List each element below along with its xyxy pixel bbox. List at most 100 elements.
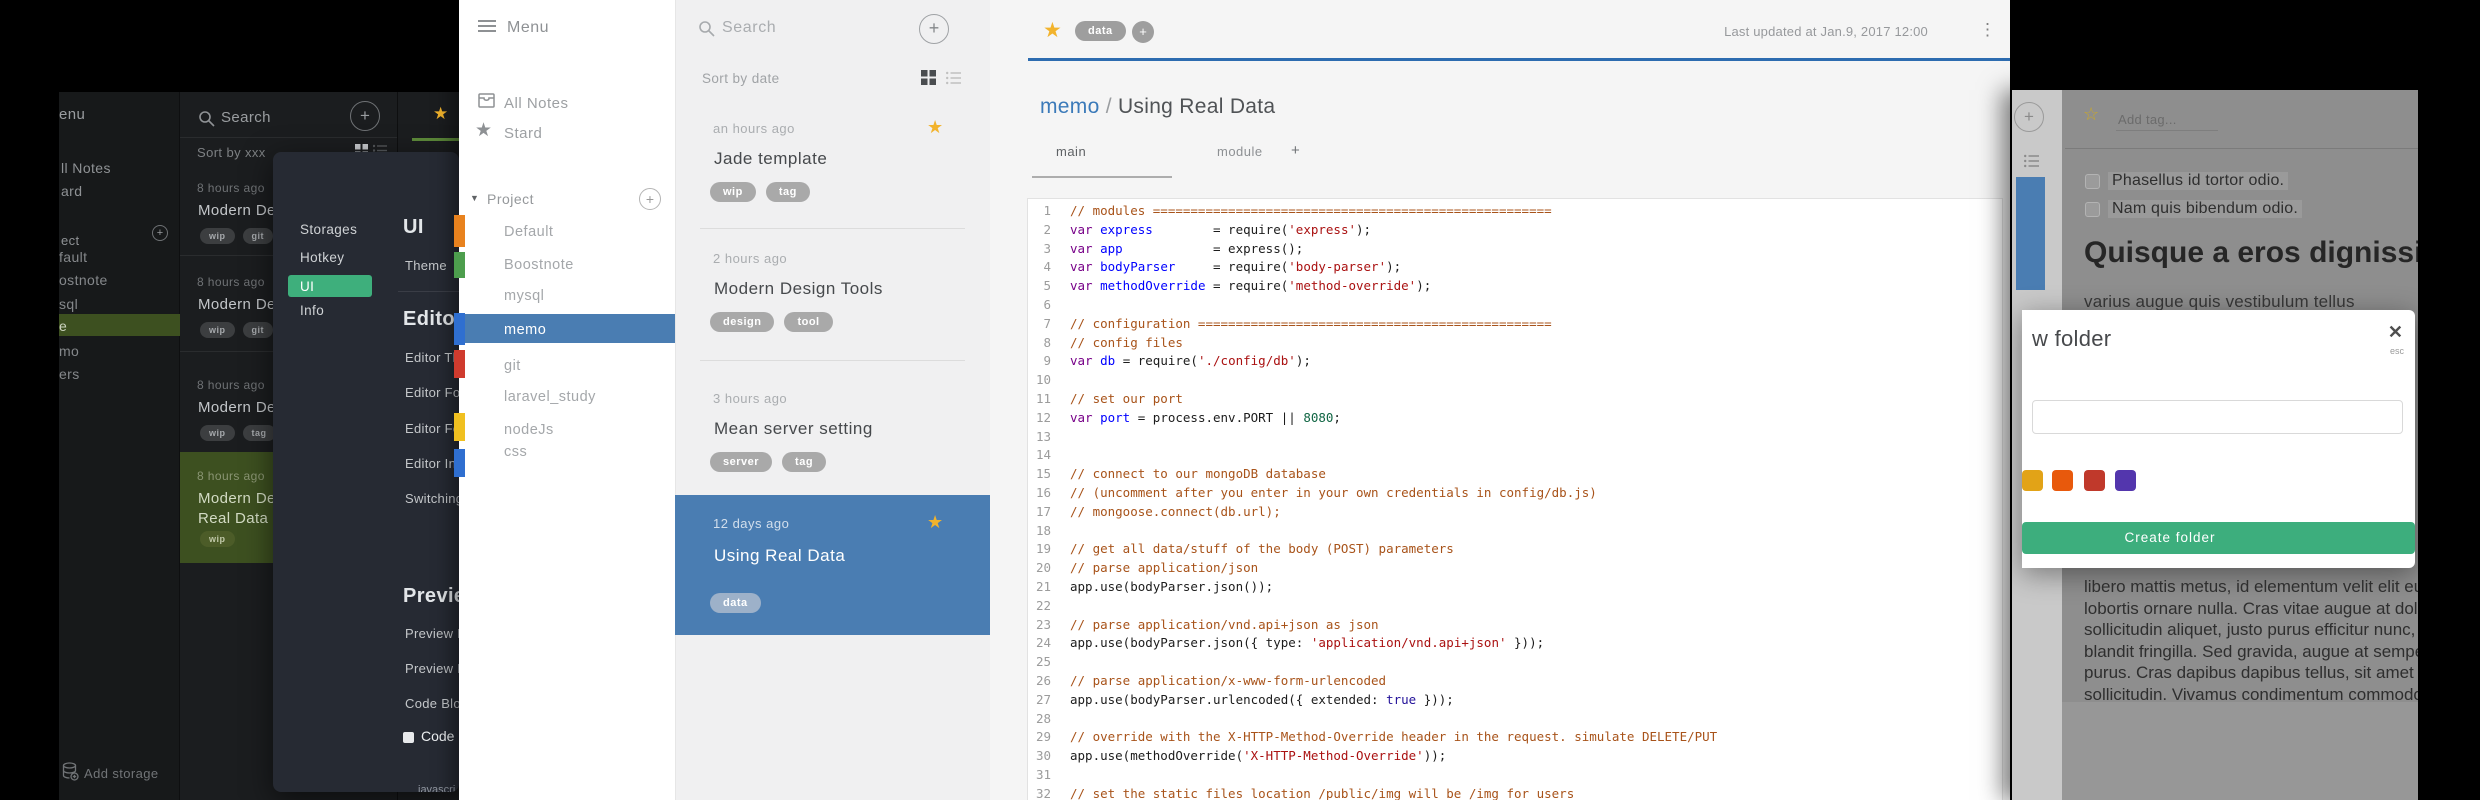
note-title-line2[interactable]: Real Data [198,510,268,527]
dark-note-star-icon[interactable]: ★ [433,104,448,124]
color-swatch[interactable] [454,350,465,378]
todo-checkbox[interactable] [2085,202,2100,217]
dark-sidebar-folder-item[interactable]: e [59,318,67,334]
search-input[interactable]: Search [722,19,776,37]
dark-add-folder-button[interactable]: + [152,225,168,241]
sidebar-folder-item[interactable]: nodeJs [504,422,554,438]
color-swatch[interactable] [454,449,465,477]
sidebar-item-starred[interactable]: Stard [504,125,542,142]
settings-menu-storages[interactable]: Storages [300,222,357,237]
tab-add[interactable]: + [1291,142,1300,159]
sidebar-folder-item[interactable]: mysql [504,288,544,304]
add-tag-button[interactable]: + [1132,21,1154,43]
project-collapse-icon[interactable]: ▼ [470,193,479,203]
dark-menu-label[interactable]: enu [59,106,85,123]
tag-pill[interactable]: wip [200,425,235,441]
code-line: 11 // set our port [1028,390,2002,409]
dark-sidebar-item-all-notes[interactable]: ll Notes [61,160,111,176]
tag-pill[interactable]: tag [765,182,810,202]
add-storage-button[interactable]: Add storage [84,766,159,781]
new-note-button[interactable]: + [919,14,949,44]
note-star-icon[interactable]: ★ [1043,18,1062,43]
tag-pill[interactable]: git [242,322,273,338]
color-swatch[interactable] [454,215,465,247]
note-title[interactable]: Modern Des [198,296,284,313]
tag-pill[interactable]: tag [242,425,276,441]
dark-sidebar-folder-item[interactable]: sql [59,296,78,312]
folder-color-swatch[interactable] [2022,470,2043,491]
paragraph-line: purus. Cras dapibus dapibus tellus, sit … [2084,663,2418,682]
settings-menu-hotkey[interactable]: Hotkey [300,250,344,265]
grid-view-icon[interactable] [921,70,936,85]
sidebar-folder-item[interactable]: Default [504,224,553,240]
settings-menu-ui[interactable]: UI [300,279,314,294]
settings-checkbox[interactable] [403,732,414,743]
note-star-icon[interactable]: ★ [927,512,943,533]
note-title[interactable]: Modern Des [198,399,284,416]
sidebar-folder-item[interactable]: laravel_study [504,389,596,405]
dark-sidebar-folder-item[interactable]: ers [59,366,80,382]
add-folder-button[interactable]: + [639,188,661,210]
sidebar-folder-item[interactable]: git [504,358,521,374]
tab-module[interactable]: module [1217,144,1263,159]
todo-checkbox[interactable] [2085,174,2100,189]
code-editor[interactable]: 1 // modules ============================… [1027,198,2003,800]
settings-dropdown-value[interactable]: javascri [418,784,455,792]
note-title[interactable]: Mean server setting [714,419,873,439]
tag-pill[interactable]: git [242,228,273,244]
note-title[interactable]: Modern Des [198,202,284,219]
folder-color-swatch[interactable] [2115,470,2136,491]
dark-sidebar-item-starred[interactable]: ard [61,183,82,199]
dark-search-input[interactable]: Search [221,109,271,126]
color-swatch[interactable] [454,252,465,278]
tag-pill[interactable]: wip [200,228,235,244]
create-folder-button[interactable]: Create folder [2022,522,2415,554]
note-star-icon[interactable]: ★ [927,117,943,138]
right-add-tag-input[interactable]: Add tag... [2118,112,2177,127]
right-selected-note-sliver[interactable] [2016,177,2045,290]
sidebar-menu-label[interactable]: Menu [507,19,549,37]
dark-new-note-button[interactable]: + [350,101,380,131]
note-title[interactable]: Modern Design Tools [714,279,883,299]
code-text: // configuration =======================… [1070,315,1552,331]
sidebar-folder-item[interactable]: memo [504,322,546,338]
settings-menu-info[interactable]: Info [300,303,324,318]
kebab-menu-icon[interactable]: ⋮ [1979,20,1996,40]
right-new-note-button[interactable]: + [2014,102,2044,132]
tag-pill[interactable]: wip [200,322,235,338]
sidebar-folder-item[interactable]: Boostnote [504,257,574,273]
sidebar-project-label[interactable]: Project [487,191,534,207]
tag-pill[interactable]: wip [200,531,235,547]
close-icon[interactable]: ✕ [2388,322,2403,343]
note-tag-pill[interactable]: data [1075,21,1126,41]
tag-pill[interactable]: tag [782,452,827,472]
tag-pill[interactable]: design [710,312,775,332]
dark-sidebar-folder-item[interactable]: fault [59,249,87,265]
note-title[interactable]: Jade template [714,149,827,169]
dark-sort-label[interactable]: Sort by xxx [197,145,266,160]
star-outline-icon[interactable]: ☆ [2083,104,2099,125]
note-title[interactable]: Using Real Data [714,546,845,566]
folder-color-swatch[interactable] [2084,470,2105,491]
list-view-icon[interactable] [2024,154,2039,168]
breadcrumb-folder[interactable]: memo [1040,95,1100,118]
sort-by-label[interactable]: Sort by date [702,71,780,86]
folder-name-input[interactable] [2032,400,2403,434]
dark-sidebar-project-label[interactable]: ect [61,233,80,248]
sidebar-folder-item[interactable]: css [504,444,527,460]
dark-sidebar-folder-item[interactable]: mo [59,343,79,359]
list-view-icon[interactable] [946,71,961,85]
tag-pill[interactable]: data [710,593,761,613]
color-swatch[interactable] [454,413,465,441]
tab-main[interactable]: main [1056,144,1086,159]
hamburger-menu-icon[interactable] [478,20,496,33]
note-title[interactable]: Modern Des [198,490,284,507]
color-swatch[interactable] [454,313,465,345]
tag-pill[interactable]: server [710,452,773,472]
tag-pill[interactable]: wip [710,182,756,202]
tag-pill[interactable]: tool [784,312,833,332]
sidebar-item-all-notes[interactable]: All Notes [504,95,569,112]
dark-sidebar-folder-item[interactable]: ostnote [59,272,108,288]
folder-color-swatch[interactable] [2052,470,2073,491]
